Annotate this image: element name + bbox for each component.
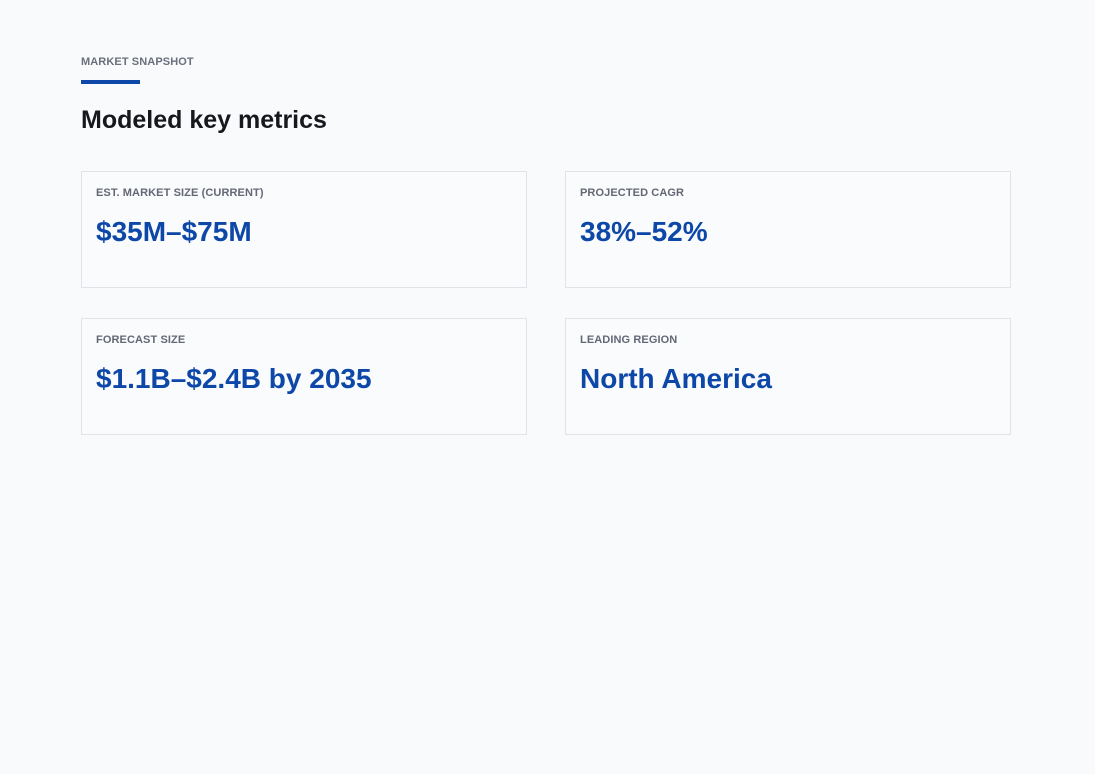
metric-value: $35M–$75M [96, 216, 252, 247]
metric-value: North America [580, 363, 772, 394]
metric-label: LEADING REGION [580, 334, 678, 346]
metric-value: $1.1B–$2.4B by 2035 [96, 363, 372, 394]
eyebrow-accent-rule [81, 80, 140, 84]
metric-value: 38%–52% [580, 216, 708, 247]
metric-label: FORECAST SIZE [96, 334, 186, 346]
metric-label: EST. MARKET SIZE (CURRENT) [96, 187, 264, 199]
metric-card-cagr: PROJECTED CAGR 38%–52% [565, 171, 1011, 288]
metric-card-leading-region: LEADING REGION North America [565, 318, 1011, 435]
page-title: Modeled key metrics [81, 106, 327, 134]
metric-card-forecast-size: FORECAST SIZE $1.1B–$2.4B by 2035 [81, 318, 527, 435]
metric-card-market-size: EST. MARKET SIZE (CURRENT) $35M–$75M [81, 171, 527, 288]
section-eyebrow: MARKET SNAPSHOT [81, 56, 194, 68]
metric-label: PROJECTED CAGR [580, 187, 685, 199]
